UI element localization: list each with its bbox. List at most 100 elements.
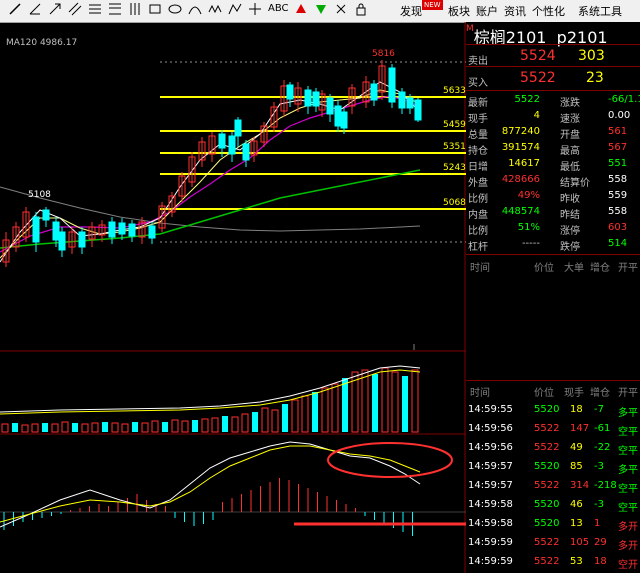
tick-row: 14:59:57 5520 85 -3 多平 (466, 459, 640, 476)
col-header-time: 时间 (470, 263, 490, 274)
tick-inc: 18 (594, 556, 607, 567)
stats-row: 总量 877240 开盘 561 (466, 124, 640, 141)
stat-label: 最低 (560, 162, 580, 173)
cycle-tool-icon[interactable] (128, 2, 142, 16)
volume-bar (12, 423, 18, 432)
buy-price[interactable]: 5522 (520, 70, 556, 86)
kline-chart[interactable] (0, 22, 466, 573)
parallel-line-icon[interactable] (68, 2, 82, 16)
level-label: 5068 (443, 198, 466, 208)
tick-price: 5522 (534, 537, 560, 548)
stat-value: 428666 (501, 174, 540, 185)
text-tool-button[interactable]: ABC (268, 3, 289, 14)
wave-tool-icon[interactable] (208, 2, 222, 16)
tick-time: 14:59:56 (468, 423, 513, 434)
level-label: 5243 (443, 163, 466, 173)
arc-tool-icon[interactable] (188, 2, 202, 16)
stat-value: 0.00 (608, 110, 631, 121)
volume-bar (231, 416, 239, 433)
tick-type: 多开 (618, 541, 638, 552)
stat-label: 昨收 (560, 194, 580, 205)
tick-type: 空开 (618, 560, 638, 571)
sell-volume: 303 (578, 48, 605, 64)
col-header-open: 开平 (618, 388, 638, 399)
volume-bar (91, 422, 99, 433)
menu-personalize[interactable]: 个性化 (532, 3, 565, 19)
tick-inc: -218 (594, 480, 617, 491)
tick-inc: 1 (594, 518, 601, 529)
tick-type: 多平 (618, 408, 638, 419)
volume-bar (162, 422, 168, 432)
volume-bar (301, 395, 309, 433)
volume-bar (192, 420, 198, 432)
volume-bar (291, 399, 299, 433)
menu-sectors[interactable]: 板块 (448, 3, 470, 19)
stat-value: 514 (608, 238, 628, 249)
col-header-price: 价位 (534, 388, 554, 399)
tick-inc: -22 (594, 442, 611, 453)
stat-value: 551 (608, 158, 628, 169)
stat-label: 杠杆 (468, 242, 488, 253)
tick-time: 14:59:55 (468, 404, 513, 415)
volume-bar (222, 416, 228, 432)
tick-price: 5522 (534, 556, 560, 567)
m-mark: M (466, 24, 474, 34)
fibonacci-tool-icon[interactable] (108, 2, 122, 16)
ellipse-tool-icon[interactable] (168, 2, 182, 16)
stats-row: 最新 5522 涨跌 -66/1.18 (466, 92, 640, 109)
tick-hand: 53 (570, 556, 583, 567)
menu-account[interactable]: 账户 (476, 3, 498, 19)
delete-drawing-icon[interactable] (334, 2, 348, 16)
stat-label: 现手 (468, 114, 488, 125)
stats-row: 比例 51% 涨停 603 (466, 220, 640, 237)
level-label: 5351 (443, 142, 466, 152)
col-header-price: 价位 (534, 263, 554, 274)
stat-value: 567 (608, 142, 628, 153)
tick-type: 空平 (618, 484, 638, 495)
tick-price: 5520 (534, 461, 560, 472)
stat-label: 持仓 (468, 146, 488, 157)
cross-tool-icon[interactable] (248, 2, 262, 16)
channel-tool-icon[interactable] (88, 2, 102, 16)
volume-bar (61, 421, 69, 433)
volume-ma-line-2 (0, 369, 421, 415)
stat-value: 448574 (501, 206, 540, 217)
volume-bar (331, 383, 339, 433)
stat-label: 比例 (468, 226, 488, 237)
sell-label: 卖出 (468, 56, 488, 67)
volume-bar (51, 423, 59, 433)
line-tool-icon[interactable] (8, 2, 22, 16)
menu-system-tools[interactable]: 系统工具 (578, 3, 622, 19)
stat-label: 最新 (468, 98, 488, 109)
tick-inc: -3 (594, 499, 604, 510)
volume-bar (321, 387, 329, 433)
volume-bar (42, 423, 48, 432)
up-arrow-tool-icon[interactable] (294, 2, 308, 16)
volume-bar (181, 420, 189, 433)
tick-type: 空平 (618, 427, 638, 438)
arrow-tool-icon[interactable] (48, 2, 62, 16)
divider (466, 44, 640, 45)
sell-price[interactable]: 5524 (520, 48, 556, 64)
stats-row: 内盘 448574 昨结 558 (466, 204, 640, 221)
stat-label: 最高 (560, 146, 580, 157)
stat-value: 603 (608, 222, 628, 233)
polyline-tool-icon[interactable] (228, 2, 242, 16)
divider (466, 90, 640, 91)
lock-drawing-icon[interactable] (354, 2, 368, 16)
stat-value: 5522 (514, 94, 540, 105)
menu-discover[interactable]: 发现 (400, 3, 422, 19)
col-header-hand: 现手 (564, 388, 584, 399)
tick-time: 14:59:58 (468, 499, 513, 510)
stat-label: 内盘 (468, 210, 488, 221)
ray-tool-icon[interactable] (28, 2, 42, 16)
divider (466, 66, 640, 67)
volume-bar (201, 418, 209, 433)
down-arrow-tool-icon[interactable] (314, 2, 328, 16)
tick-type: 多平 (618, 465, 638, 476)
rectangle-tool-icon[interactable] (148, 2, 162, 16)
left-price-label: 5108 (28, 190, 51, 200)
volume-bar (72, 423, 78, 432)
menu-news[interactable]: 资讯 (504, 3, 526, 19)
tick-hand: 147 (570, 423, 590, 434)
